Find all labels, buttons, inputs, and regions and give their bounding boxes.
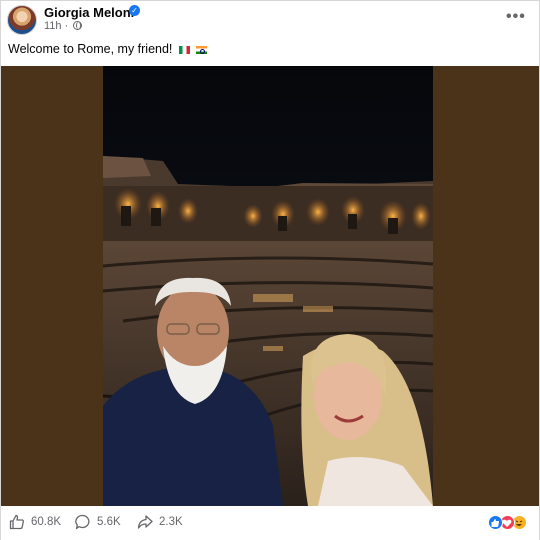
verified-badge-icon: ✓ xyxy=(129,5,140,16)
share-count: 2.3K xyxy=(159,516,183,528)
colosseum-selfie-image xyxy=(103,66,433,506)
comment-button[interactable]: 5.6K xyxy=(75,514,121,530)
caption-text: Welcome to Rome, my friend! xyxy=(8,42,173,56)
author-avatar[interactable] xyxy=(7,5,37,35)
comment-bubble-icon xyxy=(75,514,90,530)
comment-count: 5.6K xyxy=(97,516,121,528)
post-photo[interactable] xyxy=(103,66,433,506)
india-flag-icon xyxy=(196,46,208,54)
post-time[interactable]: 11h xyxy=(44,20,62,32)
globe-icon xyxy=(73,21,83,30)
thumbs-up-icon xyxy=(9,514,24,530)
reaction-summary[interactable] xyxy=(488,515,532,531)
post-media[interactable] xyxy=(1,66,539,506)
post-caption: Welcome to Rome, my friend! xyxy=(8,42,208,56)
like-button[interactable]: 60.8K xyxy=(9,514,61,530)
like-reaction-icon xyxy=(488,515,503,530)
share-arrow-icon xyxy=(137,515,153,529)
share-button[interactable]: 2.3K xyxy=(137,514,183,530)
more-options-icon[interactable]: ••• xyxy=(506,8,526,26)
author-name[interactable]: Giorgia Meloni xyxy=(44,5,134,20)
facebook-post: Giorgia Meloni ✓ 11h · ••• Welcome to Ro… xyxy=(0,0,540,540)
post-actions-bar: 60.8K 5.6K 2.3K xyxy=(1,506,539,540)
post-meta: 11h · xyxy=(44,20,83,32)
italy-flag-icon xyxy=(178,46,190,54)
like-count: 60.8K xyxy=(31,516,62,528)
post-header: Giorgia Meloni ✓ 11h · ••• xyxy=(1,1,539,37)
